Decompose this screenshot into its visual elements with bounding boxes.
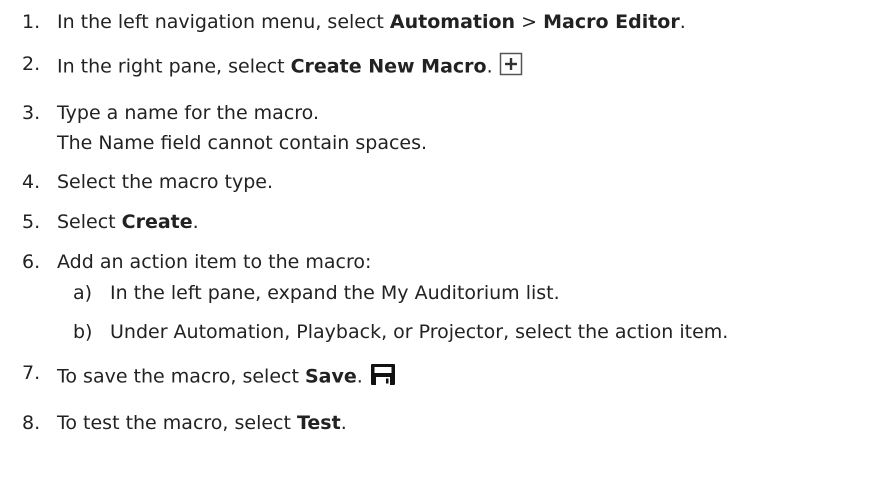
- step-text: Add an action item to the macro:: [57, 251, 372, 273]
- ui-term-save: Save: [304, 365, 357, 388]
- floppy-disk-icon: [369, 361, 397, 393]
- step-text: To test the macro, select Test.: [57, 411, 347, 435]
- step-text-plain: .: [356, 365, 363, 388]
- step-text-plain: .: [340, 412, 347, 434]
- step-text: In the right pane, select Create New Mac…: [57, 52, 523, 82]
- substep-text: In the left pane, expand the My Auditori…: [110, 282, 560, 304]
- step-text: To save the macro, select Save.: [57, 361, 397, 393]
- step-number: 5.: [22, 211, 41, 233]
- step-number: 7.: [22, 362, 41, 384]
- step-text-plain: To test the macro, select: [57, 412, 297, 434]
- step-number: 3.: [22, 102, 41, 124]
- ui-term-create: Create: [121, 211, 193, 233]
- step-number: 6.: [22, 251, 41, 273]
- step-text: Select Create.: [57, 210, 199, 234]
- step-text-plain: Select: [57, 211, 122, 233]
- step-text-plain: In the right pane, select: [57, 55, 291, 78]
- step-text-plain: .: [192, 211, 199, 233]
- plus-box-icon: [499, 52, 523, 82]
- step-text-plain: To save the macro, select: [57, 365, 305, 388]
- step-number: 1.: [22, 11, 41, 33]
- step-number: 8.: [22, 412, 41, 434]
- step-number: 2.: [22, 53, 41, 75]
- step-text-plain: .: [679, 11, 686, 33]
- substep-text: Under Automation, Playback, or Projector…: [110, 321, 729, 343]
- step-number: 4.: [22, 171, 41, 193]
- step-note: The Name field cannot contain spaces.: [57, 132, 428, 154]
- ui-term-macro-editor: Macro Editor: [543, 11, 680, 33]
- step-text: Select the macro type.: [57, 171, 274, 193]
- ui-term-test: Test: [296, 412, 341, 434]
- step-text: In the left navigation menu, select Auto…: [57, 10, 686, 34]
- substep-label: b): [73, 321, 93, 343]
- substep-label: a): [73, 282, 93, 304]
- step-text-plain: .: [486, 55, 493, 78]
- step-text: Type a name for the macro.: [57, 102, 319, 124]
- step-text-plain: In the left navigation menu, select: [57, 11, 390, 33]
- ui-term-automation: Automation: [389, 11, 516, 33]
- path-separator: >: [515, 11, 544, 33]
- ui-term-create-new-macro: Create New Macro: [290, 55, 487, 78]
